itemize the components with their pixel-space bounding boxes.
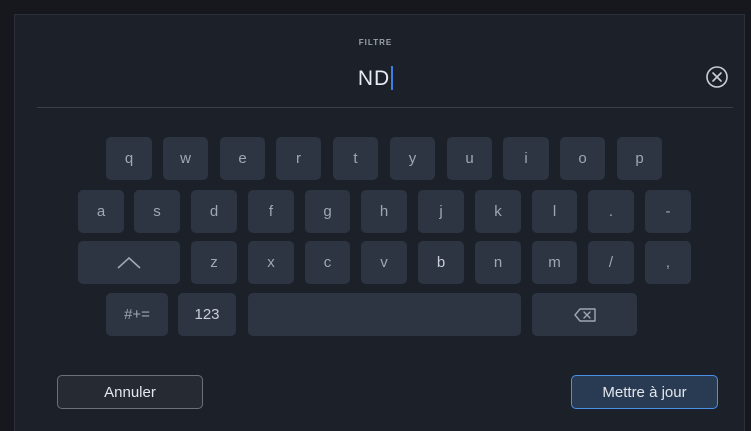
shift-up-arrow-icon: [117, 256, 141, 269]
shift-key[interactable]: [78, 241, 180, 284]
key-j[interactable]: j: [418, 190, 464, 233]
key-w[interactable]: w: [163, 137, 208, 180]
key-r[interactable]: r: [276, 137, 321, 180]
symbols-key[interactable]: #+=: [106, 293, 168, 336]
backspace-key[interactable]: [532, 293, 637, 336]
numbers-key[interactable]: 123: [178, 293, 236, 336]
key-e[interactable]: e: [220, 137, 265, 180]
key-o[interactable]: o: [560, 137, 605, 180]
key-s[interactable]: s: [134, 190, 180, 233]
update-button[interactable]: Mettre à jour: [571, 375, 718, 409]
key-b[interactable]: b: [418, 241, 464, 284]
field-label: FILTRE: [358, 38, 393, 47]
key-v[interactable]: v: [361, 241, 407, 284]
key-f[interactable]: f: [248, 190, 294, 233]
key-q[interactable]: q: [106, 137, 152, 180]
key-slash[interactable]: /: [588, 241, 634, 284]
key-hyphen[interactable]: -: [645, 190, 691, 233]
circle-x-icon: [706, 66, 728, 88]
filter-value: ND: [357, 67, 391, 90]
key-l[interactable]: l: [532, 190, 577, 233]
key-u[interactable]: u: [447, 137, 492, 180]
key-k[interactable]: k: [475, 190, 521, 233]
cancel-button[interactable]: Annuler: [57, 375, 203, 409]
filter-input[interactable]: ND: [0, 66, 751, 91]
text-cursor: [391, 66, 394, 90]
key-c[interactable]: c: [305, 241, 350, 284]
key-g[interactable]: g: [305, 190, 350, 233]
key-m[interactable]: m: [532, 241, 577, 284]
key-t[interactable]: t: [333, 137, 378, 180]
key-comma[interactable]: ,: [645, 241, 691, 284]
key-d[interactable]: d: [191, 190, 237, 233]
divider: [37, 107, 733, 108]
key-period[interactable]: .: [588, 190, 634, 233]
key-z[interactable]: z: [191, 241, 237, 284]
key-n[interactable]: n: [475, 241, 521, 284]
key-a[interactable]: a: [78, 190, 124, 233]
space-key[interactable]: [248, 293, 521, 336]
key-i[interactable]: i: [503, 137, 549, 180]
key-h[interactable]: h: [361, 190, 407, 233]
key-x[interactable]: x: [248, 241, 294, 284]
backspace-icon: [573, 307, 596, 322]
key-y[interactable]: y: [390, 137, 435, 180]
key-p[interactable]: p: [617, 137, 662, 180]
clear-button[interactable]: [705, 65, 729, 89]
